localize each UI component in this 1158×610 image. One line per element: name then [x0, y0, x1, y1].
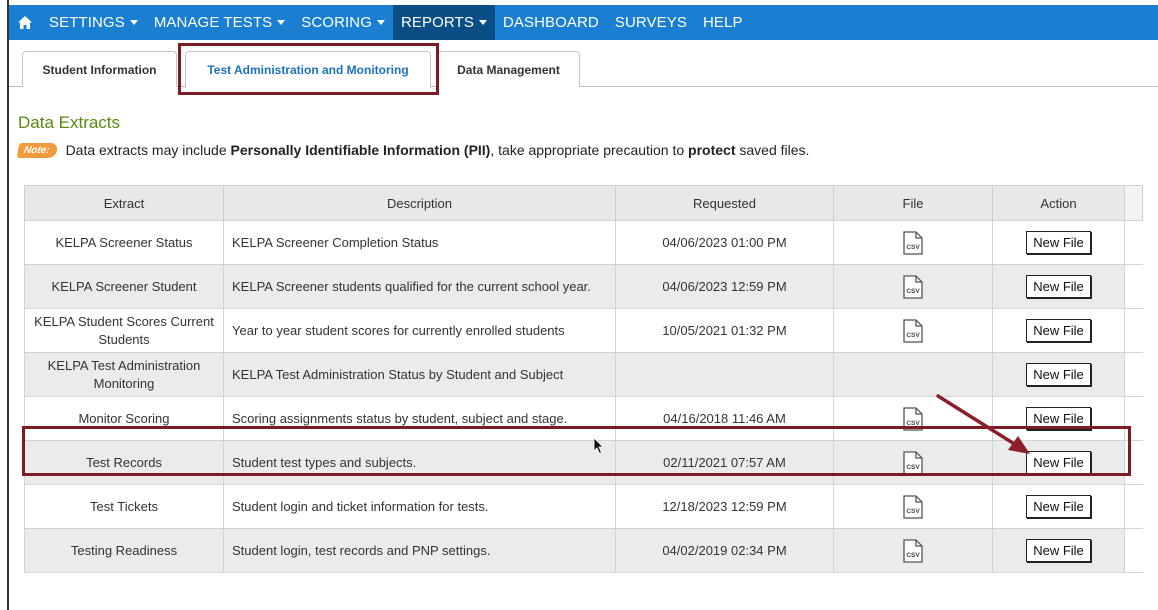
cell-action: New File: [992, 220, 1125, 265]
tab-student-information[interactable]: Student Information: [22, 51, 177, 87]
cell-requested: 04/06/2023 01:00 PM: [615, 220, 834, 265]
nav-settings-label: SETTINGS: [49, 14, 125, 31]
pii-note: Note: Data extracts may include Personal…: [16, 142, 810, 158]
cell-action: New File: [992, 484, 1125, 529]
scrollbar-track: [1124, 264, 1143, 309]
nav-dashboard[interactable]: DASHBOARD: [495, 5, 607, 40]
table-row: Testing Readiness Student login, test rec…: [24, 528, 1143, 573]
nav-surveys-label: SURVEYS: [614, 14, 687, 31]
page-title: Data Extracts: [18, 113, 121, 132]
scrollbar-track: [1124, 352, 1143, 397]
note-text-1: Data extracts may include: [65, 142, 231, 158]
cell-description: Student login, test records and PNP sett…: [223, 528, 616, 573]
nav-scoring[interactable]: SCORING: [293, 5, 393, 40]
cell-extract: Test Tickets: [24, 484, 224, 529]
cell-description: Student login and ticket information for…: [223, 484, 616, 529]
nav-reports-label: REPORTS: [400, 14, 474, 31]
table-row: KELPA Screener Student KELPA Screener stu…: [24, 264, 1143, 309]
nav-dashboard-label: DASHBOARD: [502, 14, 599, 31]
cell-description: KELPA Test Administration Status by Stud…: [223, 352, 616, 397]
column-header-extract[interactable]: Extract: [24, 185, 224, 221]
note-badge: Note:: [16, 142, 58, 158]
svg-text:CSV: CSV: [906, 244, 920, 251]
note-bold-protect: protect: [688, 142, 736, 158]
note-text-2: , take appropriate precaution to: [490, 142, 689, 158]
scrollbar-track: [1124, 220, 1143, 265]
tab-highlight-box: [178, 43, 439, 95]
cell-file: CSV: [833, 484, 993, 529]
cell-extract: KELPA Test Administration Monitoring: [24, 352, 224, 397]
table-header-row: Extract Description Requested File Actio…: [24, 185, 1143, 221]
cell-requested: 04/02/2019 02:34 PM: [615, 528, 834, 573]
nav-scoring-label: SCORING: [301, 14, 372, 31]
csv-file-icon[interactable]: CSV: [902, 538, 924, 563]
column-header-requested[interactable]: Requested: [615, 185, 834, 221]
arrow-annotation-icon: [936, 394, 1030, 454]
cell-description: KELPA Screener Completion Status: [223, 220, 616, 265]
chevron-down-icon: [478, 20, 487, 25]
cell-file: CSV: [833, 308, 993, 353]
home-icon[interactable]: [9, 5, 41, 40]
new-file-button[interactable]: New File: [1026, 539, 1091, 562]
column-header-action[interactable]: Action: [992, 185, 1125, 221]
cell-extract: KELPA Screener Student: [24, 264, 224, 309]
svg-text:CSV: CSV: [906, 288, 920, 295]
new-file-button[interactable]: New File: [1026, 319, 1091, 342]
cell-requested: 12/18/2023 12:59 PM: [615, 484, 834, 529]
scrollbar-header: [1124, 185, 1143, 221]
chevron-down-icon: [277, 20, 286, 25]
nav-help-label: HELP: [702, 14, 743, 31]
cell-action: New File: [992, 264, 1125, 309]
nav-manage-tests-label: MANAGE TESTS: [153, 14, 273, 31]
top-navigation: SETTINGS MANAGE TESTS SCORING REPORTS DA…: [9, 5, 1158, 40]
nav-settings[interactable]: SETTINGS: [41, 5, 146, 40]
csv-file-icon[interactable]: CSV: [902, 318, 924, 343]
cell-extract: KELPA Student Scores Current Students: [24, 308, 224, 353]
table-row: Test Tickets Student login and ticket inf…: [24, 484, 1143, 529]
nav-help[interactable]: HELP: [695, 5, 751, 40]
column-header-description[interactable]: Description: [223, 185, 616, 221]
cell-action: New File: [992, 528, 1125, 573]
cell-requested: 04/06/2023 12:59 PM: [615, 264, 834, 309]
table-row: KELPA Student Scores Current Students Yea…: [24, 308, 1143, 353]
cell-extract: Testing Readiness: [24, 528, 224, 573]
new-file-button[interactable]: New File: [1026, 495, 1091, 518]
data-extracts-table: Extract Description Requested File Actio…: [24, 185, 1143, 573]
csv-file-icon[interactable]: CSV: [902, 230, 924, 255]
svg-text:CSV: CSV: [906, 508, 920, 515]
scrollbar-track: [1124, 308, 1143, 353]
cell-file: CSV: [833, 264, 993, 309]
new-file-button[interactable]: New File: [1026, 231, 1091, 254]
scrollbar-track: [1124, 528, 1143, 573]
svg-text:CSV: CSV: [906, 332, 920, 339]
cell-requested: 10/05/2021 01:32 PM: [615, 308, 834, 353]
table-row: KELPA Screener Status KELPA Screener Comp…: [24, 220, 1143, 265]
note-text-3: saved files.: [735, 142, 810, 158]
cell-extract: KELPA Screener Status: [24, 220, 224, 265]
cell-description: Year to year student scores for currentl…: [223, 308, 616, 353]
cell-requested: [615, 352, 834, 397]
cell-description: KELPA Screener students qualified for th…: [223, 264, 616, 309]
scrollbar-track: [1124, 484, 1143, 529]
column-header-file[interactable]: File: [833, 185, 993, 221]
nav-reports[interactable]: REPORTS: [392, 5, 495, 40]
cell-file: CSV: [833, 220, 993, 265]
chevron-down-icon: [129, 20, 138, 25]
tab-label: Data Management: [457, 62, 560, 77]
chevron-down-icon: [376, 20, 385, 25]
tab-label: Student Information: [42, 62, 157, 77]
nav-manage-tests[interactable]: MANAGE TESTS: [146, 5, 293, 40]
mouse-pointer-icon: [593, 437, 604, 455]
csv-file-icon[interactable]: CSV: [902, 406, 924, 431]
new-file-button[interactable]: New File: [1026, 363, 1091, 386]
tab-data-management[interactable]: Data Management: [437, 51, 580, 87]
csv-file-icon[interactable]: CSV: [902, 274, 924, 299]
cell-action: New File: [992, 308, 1125, 353]
new-file-button[interactable]: New File: [1026, 275, 1091, 298]
csv-file-icon[interactable]: CSV: [902, 494, 924, 519]
svg-text:CSV: CSV: [906, 552, 920, 559]
cell-file: CSV: [833, 528, 993, 573]
note-bold-pii: Personally Identifiable Information (PII…: [230, 142, 491, 158]
nav-surveys[interactable]: SURVEYS: [607, 5, 695, 40]
